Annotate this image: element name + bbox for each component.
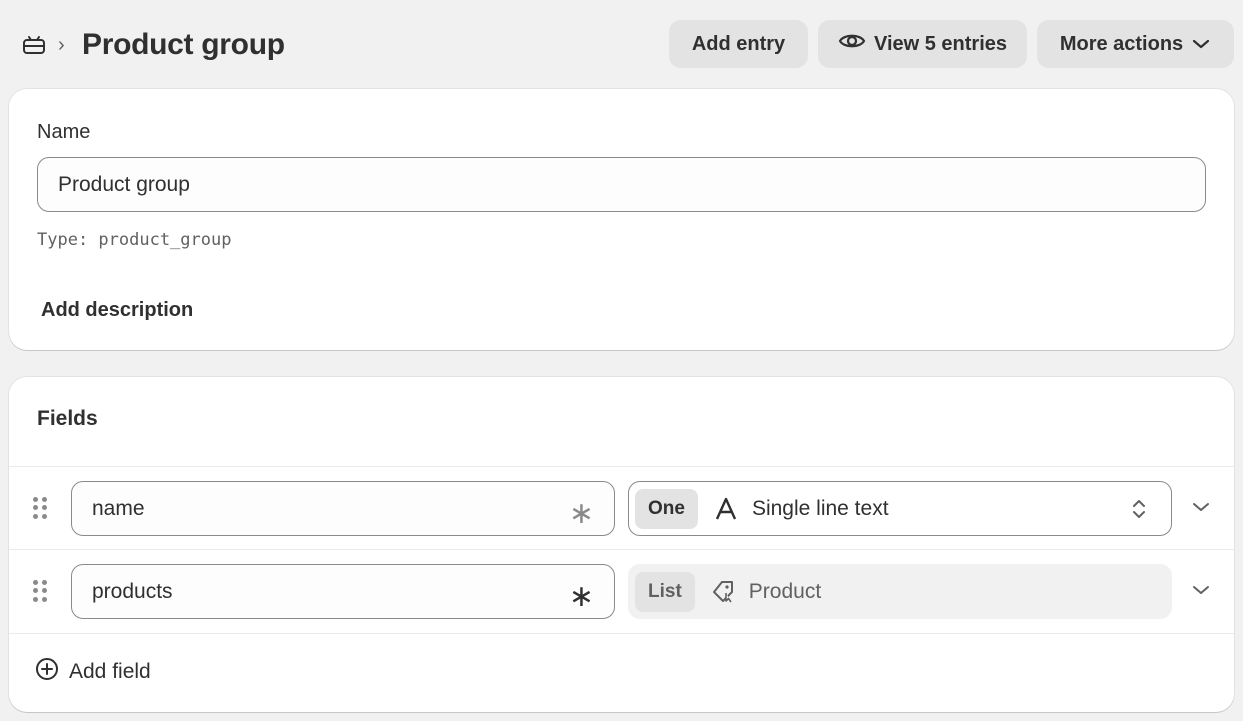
select-arrows-icon [1127,497,1151,521]
add-description-button[interactable]: Add description [41,299,193,322]
divider [9,633,1234,634]
name-input[interactable] [37,157,1206,212]
required-asterisk-icon: ∗ [568,496,594,530]
view-entries-button[interactable]: View 5 entries [818,20,1027,68]
drag-handle-icon[interactable] [33,580,47,602]
field-key-value: products [92,579,173,603]
field-row: products ∗ List Product [9,550,1234,633]
expand-chevron-icon[interactable] [1189,578,1213,602]
view-entries-label: View 5 entries [873,32,1008,55]
add-field-button[interactable]: Add field [35,657,151,686]
cardinality-badge: One [635,488,698,529]
field-type-select: List Product [628,564,1172,619]
type-identifier: Type: product_group [37,230,232,250]
add-field-label: Add field [69,659,151,683]
field-type-label: Single line text [751,496,889,520]
name-label: Name [37,121,91,143]
field-key-input[interactable]: name ∗ [71,481,615,536]
fields-title: Fields [37,407,98,430]
chevron-down-icon [1191,33,1211,56]
drag-handle-icon[interactable] [33,497,47,519]
more-actions-label: More actions [1059,32,1184,55]
letter-a-icon [712,497,740,521]
fields-card: Fields name ∗ One Single line text produ… [9,377,1234,712]
metaobject-icon[interactable] [20,33,48,57]
eye-icon [838,31,866,57]
field-type-select[interactable]: One Single line text [628,481,1172,536]
add-entry-button[interactable]: Add entry [669,20,808,68]
field-key-input[interactable]: products ∗ [71,564,615,619]
page-header: › Product group Add entry View 5 entries… [0,0,1243,88]
page-title: Product group [82,28,285,61]
field-row: name ∗ One Single line text [9,467,1234,550]
name-card: Name Type: product_group Add description [9,89,1234,350]
more-actions-button[interactable]: More actions [1037,20,1234,68]
breadcrumb-separator: › [58,34,65,56]
add-entry-label: Add entry [691,32,786,55]
field-type-label: Product [748,579,822,603]
cardinality-badge: List [635,571,695,612]
field-key-value: name [92,496,145,520]
plus-circle-icon [35,657,59,686]
expand-chevron-icon[interactable] [1189,495,1213,519]
product-tag-icon [709,579,737,605]
required-asterisk-icon: ∗ [568,579,594,613]
